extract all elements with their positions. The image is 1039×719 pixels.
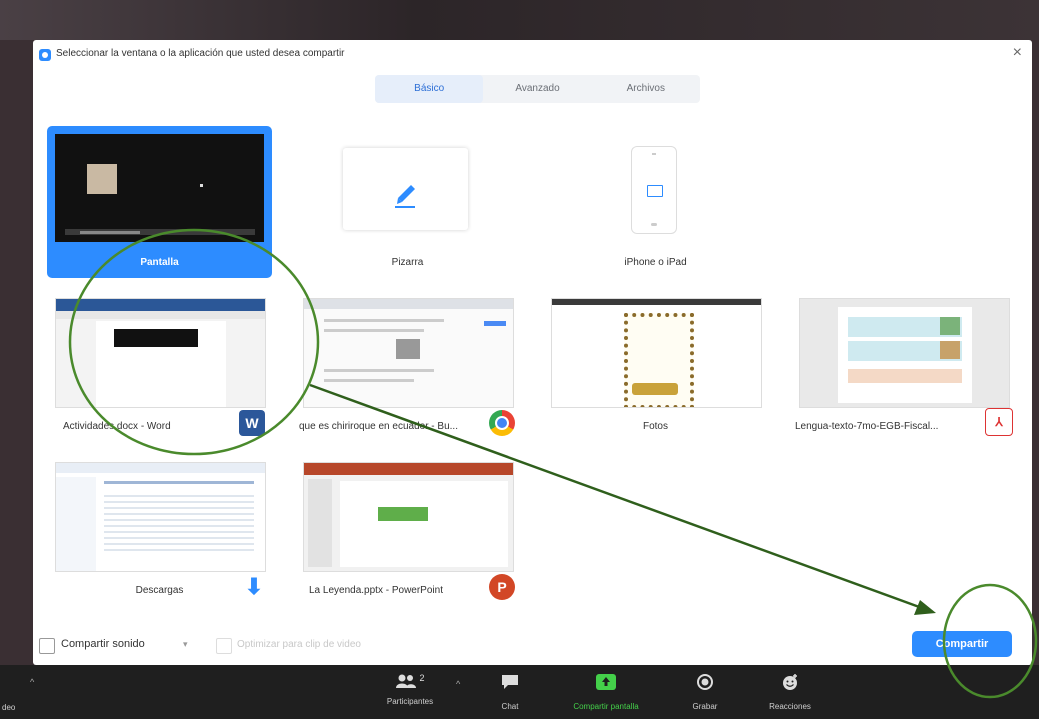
powerpoint-icon: P (489, 574, 515, 600)
participants-count: 2 (419, 673, 425, 683)
share-tile-word[interactable]: Actividades.docx - Word W (47, 290, 272, 442)
record-icon (697, 674, 713, 690)
share-tile-pantalla[interactable]: Pantalla (47, 126, 272, 278)
powerpoint-thumbnail (303, 462, 514, 572)
tile-label: Pantalla (140, 257, 179, 268)
share-tile-powerpoint[interactable]: La Leyenda.pptx - PowerPoint P (295, 454, 520, 606)
tile-label: Lengua-texto-7mo-EGB-Fiscal... (795, 421, 939, 432)
chat-label: Chat (501, 702, 519, 711)
share-dialog: Seleccionar la ventana o la aplicación q… (33, 40, 1032, 665)
record-label: Grabar (692, 702, 718, 711)
optimize-video-label: Optimizar para clip de video (237, 639, 361, 650)
reactions-label: Reacciones (769, 702, 811, 711)
chrome-icon (489, 410, 515, 436)
tile-label: Descargas (135, 585, 184, 596)
chat-button[interactable]: Chat (470, 673, 550, 711)
download-arrow-icon: ⬇ (244, 574, 264, 599)
word-icon: W (239, 410, 265, 436)
share-tile-chrome[interactable]: que es chiriroque en ecuador - Bu... (295, 290, 520, 442)
background-desktop (0, 0, 1039, 40)
chevron-up-icon[interactable]: ^ (30, 677, 34, 687)
record-button[interactable]: Grabar (665, 673, 745, 711)
chevron-down-icon[interactable]: ▾ (183, 639, 188, 650)
tile-label: Pizarra (391, 257, 424, 268)
screen-thumbnail (55, 134, 264, 242)
pdf-icon: ⅄ (985, 408, 1013, 436)
pdf-thumbnail (799, 298, 1010, 408)
chat-icon (502, 675, 518, 689)
toolbar-left-label: deo (2, 703, 16, 712)
tile-label: Fotos (642, 421, 668, 432)
chrome-thumbnail (303, 298, 514, 408)
share-tile-descargas[interactable]: Descargas ⬇ (47, 454, 272, 606)
explorer-thumbnail (55, 462, 266, 572)
share-tabs: Básico Avanzado Archivos (375, 75, 700, 103)
zoom-logo-icon (39, 49, 51, 61)
share-sound-checkbox[interactable] (39, 638, 55, 654)
share-tile-fotos[interactable]: Fotos (543, 290, 768, 442)
whiteboard-thumbnail (343, 148, 468, 230)
photos-thumbnail (551, 298, 762, 408)
ipad-icon (631, 146, 677, 234)
participants-chevron-icon[interactable]: ^ (456, 679, 460, 689)
share-tile-pdf[interactable]: Lengua-texto-7mo-EGB-Fiscal... ⅄ (791, 290, 1016, 442)
tab-basico[interactable]: Básico (375, 75, 484, 103)
optimize-video-checkbox[interactable] (216, 638, 232, 654)
meeting-toolbar: deo ^ 2 Participantes ^ Chat Compartir p… (0, 665, 1039, 719)
share-button[interactable]: Compartir (912, 631, 1012, 657)
close-icon[interactable]: × (1013, 44, 1022, 62)
share-screen-label: Compartir pantalla (573, 702, 639, 711)
participants-icon (396, 674, 417, 688)
tile-label: iPhone o iPad (624, 257, 687, 268)
dialog-title: Seleccionar la ventana o la aplicación q… (56, 48, 345, 59)
share-sound-label: Compartir sonido (61, 638, 145, 650)
tab-avanzado[interactable]: Avanzado (483, 75, 591, 103)
reactions-button[interactable]: Reacciones (750, 673, 830, 711)
word-thumbnail (55, 298, 266, 408)
tile-label: La Leyenda.pptx - PowerPoint (309, 585, 443, 596)
participants-button[interactable]: 2 Participantes (370, 673, 450, 706)
share-screen-icon (596, 674, 616, 690)
share-tile-pizarra[interactable]: Pizarra (295, 126, 520, 278)
participants-label: Participantes (386, 697, 434, 706)
tab-archivos[interactable]: Archivos (592, 75, 700, 103)
share-screen-button[interactable]: Compartir pantalla (566, 673, 646, 711)
tile-label: que es chiriroque en ecuador - Bu... (299, 421, 458, 432)
pencil-icon (395, 185, 415, 208)
share-tile-iphone-ipad[interactable]: iPhone o iPad (543, 126, 768, 278)
reactions-icon (783, 674, 797, 690)
